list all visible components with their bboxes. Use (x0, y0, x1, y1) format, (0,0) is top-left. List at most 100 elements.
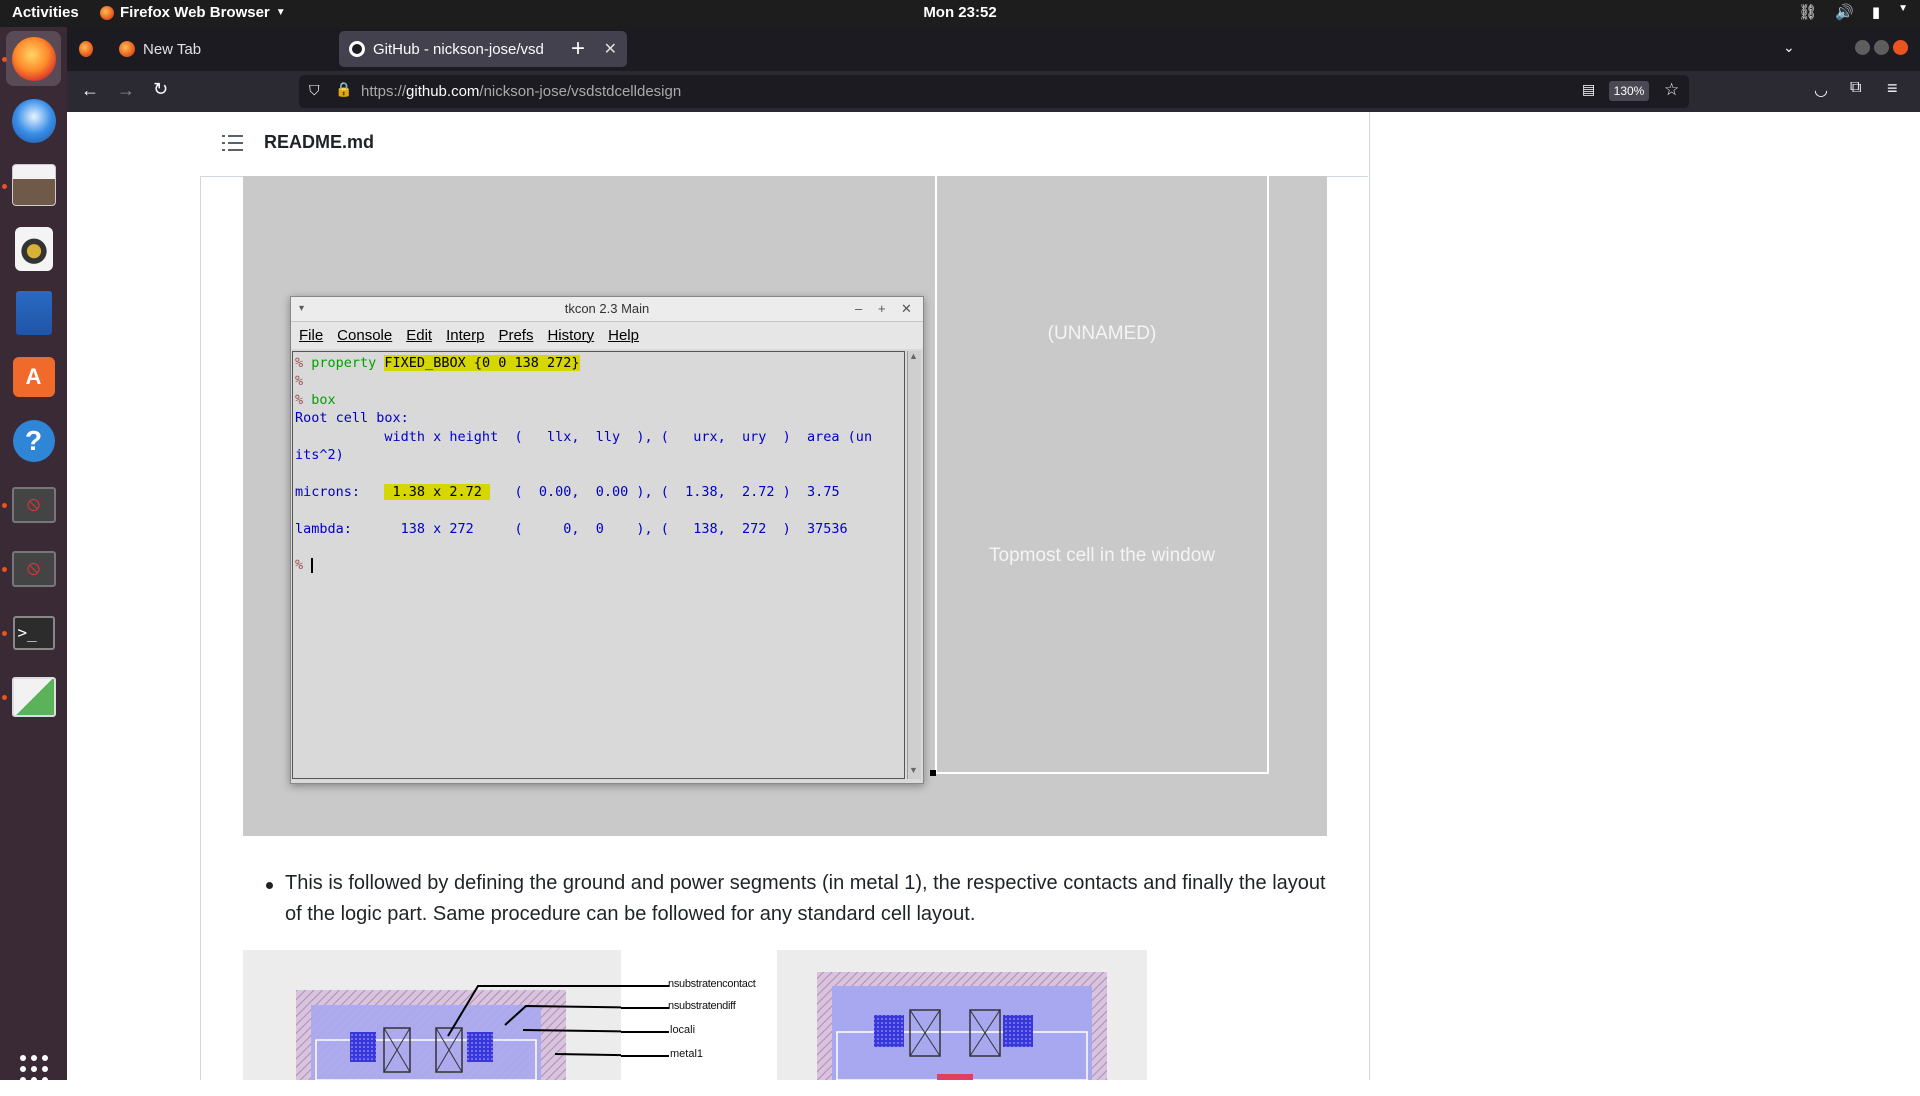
readme-header (200, 112, 1368, 177)
system-tray[interactable]: ⛓ 🔊 ▮ ▼ (1798, 3, 1908, 21)
menu-prefs[interactable]: Prefs (498, 327, 533, 344)
menu-history[interactable]: History (547, 327, 594, 344)
box-corner-marker (930, 770, 936, 776)
firefox-view-button[interactable] (69, 31, 103, 67)
blocked-app-icon: ⦸ (11, 550, 56, 587)
close-icon[interactable]: ✕ (901, 297, 912, 321)
dock-image-viewer[interactable] (6, 669, 61, 724)
outline-list-icon[interactable] (222, 134, 244, 152)
chevron-down-icon: ⌄ (1783, 39, 1795, 55)
dock-thunderbird[interactable] (6, 93, 61, 148)
label-locali: locali (670, 1024, 696, 1036)
menu-interp[interactable]: Interp (446, 327, 484, 344)
console-line: width x height ( llx, lly ), ( urx, ury … (295, 428, 873, 445)
tab-title: New Tab (143, 40, 202, 58)
network-icon: ⛓ (1798, 4, 1818, 21)
extensions-button[interactable]: ⧉ (1850, 79, 1861, 97)
readme-title: README.md (264, 132, 375, 152)
console-line: its^2) (295, 447, 344, 464)
system-top-bar: Activities Firefox Web Browser ▼ Mon 23:… (0, 0, 1920, 27)
dock-rhythmbox[interactable] (6, 221, 61, 276)
menu-edit[interactable]: Edit (406, 327, 432, 344)
dock-writer[interactable] (6, 285, 61, 340)
scroll-down-icon[interactable]: ▼ (909, 765, 918, 775)
menu-console[interactable]: Console (337, 327, 392, 344)
window-controls (1855, 40, 1908, 55)
dock-firefox[interactable] (6, 31, 61, 86)
volume-icon: 🔊 (1835, 4, 1854, 21)
tkcon-window: ▾ tkcon 2.3 Main – + ✕ File Console Edit… (290, 296, 924, 784)
forward-button[interactable]: → (117, 80, 135, 101)
back-button[interactable]: ← (81, 80, 99, 101)
dock-blocked-app-1[interactable]: ⦸ (6, 477, 61, 532)
plus-icon: + (571, 35, 586, 62)
console-line: microns: 1.38 x 2.72 ( 0.00, 0.00 ), ( 1… (295, 483, 902, 501)
maximize-icon[interactable]: + (878, 297, 886, 321)
firefox-icon (79, 41, 93, 57)
console-line: lambda: 138 x 272 ( 0, 0 ), ( 138, 272 )… (295, 520, 848, 537)
dock: A ? ⦸ ⦸ >_ (0, 27, 67, 1083)
tkcon-scrollbar[interactable]: ▲ ▼ (907, 351, 921, 779)
url-path: nickson-jose/vsdstdcelldesign (483, 83, 682, 100)
list-all-tabs-button[interactable]: ⌄ (1783, 39, 1795, 56)
layout-image-2 (777, 950, 1147, 1080)
terminal-icon: >_ (12, 615, 55, 650)
close-window-button[interactable] (1893, 40, 1908, 55)
url-host: github.com (406, 83, 480, 100)
console-line: % box (295, 391, 902, 409)
scroll-up-icon[interactable]: ▲ (909, 351, 918, 361)
console-line: % (295, 556, 902, 574)
battery-icon: ▮ (1871, 4, 1881, 21)
console-line: % (295, 373, 304, 390)
output-text: microns: (295, 483, 385, 500)
tkcon-title: tkcon 2.3 Main (564, 301, 650, 316)
tkcon-menubar: File Console Edit Interp Prefs History H… (291, 322, 923, 349)
prompt: % (295, 355, 312, 371)
menu-button[interactable]: ≡ (1887, 78, 1898, 99)
close-icon[interactable]: ✕ (604, 39, 617, 59)
cell-bounding-box (935, 176, 1269, 774)
minimize-icon[interactable]: – (855, 297, 862, 321)
dock-help[interactable]: ? (6, 413, 61, 468)
tkcon-console[interactable]: % property FIXED_BBOX {0 0 138 272}%% bo… (292, 351, 905, 779)
pocket-button[interactable]: ◡ (1814, 80, 1828, 100)
thunderbird-icon (11, 98, 56, 143)
shield-icon[interactable]: ⛉ (309, 82, 320, 99)
highlighted-text: FIXED_BBOX {0 0 138 272} (384, 355, 580, 371)
window-menu-icon[interactable]: ▾ (299, 297, 304, 321)
dock-blocked-app-2[interactable]: ⦸ (6, 541, 61, 596)
url-bar[interactable]: ⛉ 🔒 https://github.com/nickson-jose/vsds… (299, 75, 1689, 108)
reload-button[interactable]: ↻ (153, 79, 168, 100)
zoom-level[interactable]: 130% (1609, 81, 1649, 101)
puzzle-icon: ⧉ (1850, 79, 1862, 96)
dock-show-applications[interactable] (6, 1041, 61, 1096)
menu-help[interactable]: Help (608, 327, 639, 344)
new-tab-button[interactable]: + (571, 35, 585, 63)
firefox-icon (119, 41, 135, 57)
help-icon: ? (12, 419, 55, 462)
url-text[interactable]: https://github.com/nickson-jose/vsdstdce… (361, 83, 681, 100)
bookmark-star-icon[interactable]: ☆ (1664, 80, 1679, 100)
dock-terminal[interactable]: >_ (6, 605, 61, 660)
menu-file[interactable]: File (299, 327, 323, 344)
label-nsubstratencontact: nsubstratencontact (668, 978, 756, 990)
arrow-left-icon: ← (81, 80, 99, 100)
reader-view-icon[interactable]: ▤ (1582, 81, 1595, 98)
running-indicator (2, 567, 7, 572)
maximize-button[interactable] (1874, 40, 1889, 55)
bullet-text: This is followed by defining the ground … (285, 872, 1326, 925)
lock-icon[interactable]: 🔒 (335, 81, 352, 98)
running-indicator (2, 503, 7, 508)
command-text: box (311, 391, 336, 408)
running-indicator (2, 631, 7, 636)
dock-files[interactable] (6, 157, 61, 212)
reload-icon: ↻ (153, 79, 169, 99)
dock-software[interactable]: A (6, 349, 61, 404)
console-line: % property FIXED_BBOX {0 0 138 272} (295, 354, 902, 372)
arrow-right-icon: → (117, 80, 135, 100)
clock[interactable]: Mon 23:52 (0, 4, 1920, 21)
minimize-button[interactable] (1855, 40, 1870, 55)
layout-diagram-1 (296, 985, 621, 1080)
tkcon-titlebar: ▾ tkcon 2.3 Main – + ✕ (291, 297, 923, 322)
